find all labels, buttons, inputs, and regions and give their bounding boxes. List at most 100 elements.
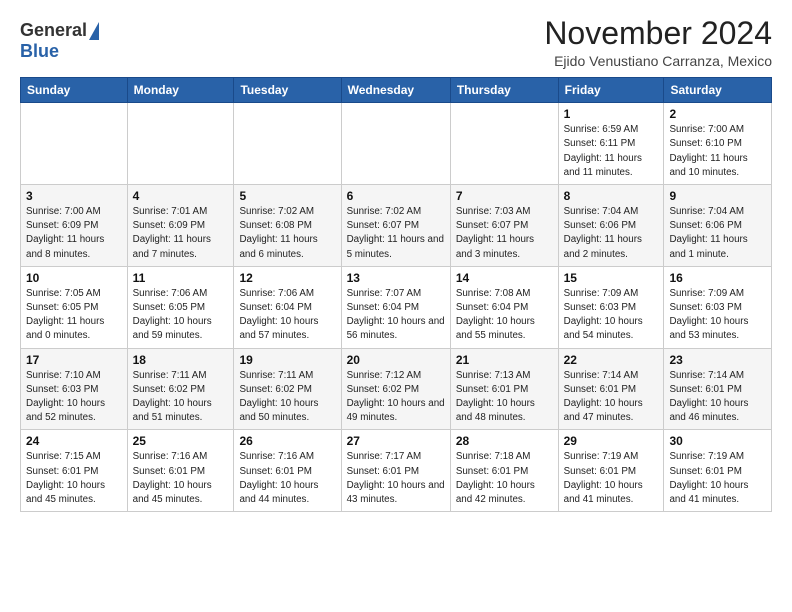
day-info-7: Sunrise: 7:03 AMSunset: 6:07 PMDaylight:…: [456, 205, 553, 262]
calendar-cell-4-5: 29 Sunrise: 7:19 AMSunset: 6:01 PMDayligh…: [558, 430, 664, 512]
day-info-25: Sunrise: 7:16 AMSunset: 6:01 PMDaylight:…: [133, 450, 229, 507]
day-info-19: Sunrise: 7:11 AMSunset: 6:02 PMDaylight:…: [239, 369, 335, 426]
day-number-18: 18: [133, 353, 229, 367]
calendar-cell-0-5: 1 Sunrise: 6:59 AMSunset: 6:11 PMDaylight…: [558, 103, 664, 185]
calendar-cell-4-0: 24Sunrise: 7:15 AMSunset: 6:01 PMDayligh…: [21, 430, 128, 512]
calendar-cell-2-4: 14 Sunrise: 7:08 AMSunset: 6:04 PMDayligh…: [450, 266, 558, 348]
day-number-21: 21: [456, 353, 553, 367]
day-number-17: 17: [26, 353, 122, 367]
calendar-cell-3-3: 20 Sunrise: 7:12 AMSunset: 6:02 PMDayligh…: [341, 348, 450, 430]
calendar-cell-0-3: [341, 103, 450, 185]
week-row-2: 10 Sunrise: 7:05 AMSunset: 6:05 PMDayligh…: [21, 266, 772, 348]
day-number-2: 2: [669, 107, 766, 121]
day-number-27: 27: [347, 434, 445, 448]
calendar-cell-4-1: 25Sunrise: 7:16 AMSunset: 6:01 PMDayligh…: [127, 430, 234, 512]
day-number-12: 12: [239, 271, 335, 285]
day-info-26: Sunrise: 7:16 AMSunset: 6:01 PMDaylight:…: [239, 450, 335, 507]
day-info-5: Sunrise: 7:02 AMSunset: 6:08 PMDaylight:…: [239, 205, 335, 262]
week-row-0: 1 Sunrise: 6:59 AMSunset: 6:11 PMDaylight…: [21, 103, 772, 185]
month-title: November 2024: [544, 16, 772, 51]
calendar-cell-1-2: 5 Sunrise: 7:02 AMSunset: 6:08 PMDaylight…: [234, 185, 341, 267]
calendar-table: Sunday Monday Tuesday Wednesday Thursday…: [20, 77, 772, 512]
day-info-1: Sunrise: 6:59 AMSunset: 6:11 PMDaylight:…: [564, 123, 659, 180]
day-number-20: 20: [347, 353, 445, 367]
logo: General Blue: [20, 20, 99, 62]
day-number-15: 15: [564, 271, 659, 285]
day-number-28: 28: [456, 434, 553, 448]
day-number-6: 6: [347, 189, 445, 203]
calendar-cell-2-1: 11 Sunrise: 7:06 AMSunset: 6:05 PMDayligh…: [127, 266, 234, 348]
calendar-cell-1-0: 3Sunrise: 7:00 AMSunset: 6:09 PMDaylight…: [21, 185, 128, 267]
day-info-21: Sunrise: 7:13 AMSunset: 6:01 PMDaylight:…: [456, 369, 553, 426]
logo-blue-text: Blue: [20, 41, 59, 62]
day-info-29: Sunrise: 7:19 AMSunset: 6:01 PMDaylight:…: [564, 450, 659, 507]
day-info-17: Sunrise: 7:10 AMSunset: 6:03 PMDaylight:…: [26, 369, 122, 426]
day-number-5: 5: [239, 189, 335, 203]
calendar-cell-1-5: 8Sunrise: 7:04 AMSunset: 6:06 PMDaylight…: [558, 185, 664, 267]
day-info-22: Sunrise: 7:14 AMSunset: 6:01 PMDaylight:…: [564, 369, 659, 426]
day-info-9: Sunrise: 7:04 AMSunset: 6:06 PMDaylight:…: [669, 205, 766, 262]
calendar-cell-1-4: 7Sunrise: 7:03 AMSunset: 6:07 PMDaylight…: [450, 185, 558, 267]
logo-general-text: General: [20, 20, 87, 41]
day-info-13: Sunrise: 7:07 AMSunset: 6:04 PMDaylight:…: [347, 287, 445, 344]
calendar-cell-1-3: 6 Sunrise: 7:02 AMSunset: 6:07 PMDaylight…: [341, 185, 450, 267]
day-info-16: Sunrise: 7:09 AMSunset: 6:03 PMDaylight:…: [669, 287, 766, 344]
calendar-cell-0-2: [234, 103, 341, 185]
day-info-23: Sunrise: 7:14 AMSunset: 6:01 PMDaylight:…: [669, 369, 766, 426]
day-info-11: Sunrise: 7:06 AMSunset: 6:05 PMDaylight:…: [133, 287, 229, 344]
day-number-22: 22: [564, 353, 659, 367]
day-number-1: 1: [564, 107, 659, 121]
header-sunday: Sunday: [21, 78, 128, 103]
header-monday: Monday: [127, 78, 234, 103]
calendar-cell-2-3: 13 Sunrise: 7:07 AMSunset: 6:04 PMDayligh…: [341, 266, 450, 348]
calendar-cell-0-4: [450, 103, 558, 185]
calendar-cell-3-2: 19 Sunrise: 7:11 AMSunset: 6:02 PMDayligh…: [234, 348, 341, 430]
header-tuesday: Tuesday: [234, 78, 341, 103]
day-number-8: 8: [564, 189, 659, 203]
day-info-28: Sunrise: 7:18 AMSunset: 6:01 PMDaylight:…: [456, 450, 553, 507]
header-saturday: Saturday: [664, 78, 772, 103]
day-number-10: 10: [26, 271, 122, 285]
day-info-4: Sunrise: 7:01 AMSunset: 6:09 PMDaylight:…: [133, 205, 229, 262]
day-info-15: Sunrise: 7:09 AMSunset: 6:03 PMDaylight:…: [564, 287, 659, 344]
day-number-13: 13: [347, 271, 445, 285]
calendar-cell-0-0: [21, 103, 128, 185]
day-info-20: Sunrise: 7:12 AMSunset: 6:02 PMDaylight:…: [347, 369, 445, 426]
day-number-11: 11: [133, 271, 229, 285]
day-number-16: 16: [669, 271, 766, 285]
day-info-10: Sunrise: 7:05 AMSunset: 6:05 PMDaylight:…: [26, 287, 122, 344]
week-row-1: 3Sunrise: 7:00 AMSunset: 6:09 PMDaylight…: [21, 185, 772, 267]
day-info-27: Sunrise: 7:17 AMSunset: 6:01 PMDaylight:…: [347, 450, 445, 507]
week-row-4: 24Sunrise: 7:15 AMSunset: 6:01 PMDayligh…: [21, 430, 772, 512]
calendar-cell-1-6: 9 Sunrise: 7:04 AMSunset: 6:06 PMDaylight…: [664, 185, 772, 267]
header-wednesday: Wednesday: [341, 78, 450, 103]
day-number-29: 29: [564, 434, 659, 448]
day-number-9: 9: [669, 189, 766, 203]
calendar-cell-3-4: 21 Sunrise: 7:13 AMSunset: 6:01 PMDayligh…: [450, 348, 558, 430]
day-number-19: 19: [239, 353, 335, 367]
calendar-cell-4-2: 26 Sunrise: 7:16 AMSunset: 6:01 PMDayligh…: [234, 430, 341, 512]
day-info-2: Sunrise: 7:00 AMSunset: 6:10 PMDaylight:…: [669, 123, 766, 180]
calendar-cell-3-5: 22 Sunrise: 7:14 AMSunset: 6:01 PMDayligh…: [558, 348, 664, 430]
calendar-cell-2-2: 12Sunrise: 7:06 AMSunset: 6:04 PMDayligh…: [234, 266, 341, 348]
header-friday: Friday: [558, 78, 664, 103]
calendar-cell-0-6: 2 Sunrise: 7:00 AMSunset: 6:10 PMDaylight…: [664, 103, 772, 185]
calendar-cell-2-6: 16 Sunrise: 7:09 AMSunset: 6:03 PMDayligh…: [664, 266, 772, 348]
calendar-cell-0-1: [127, 103, 234, 185]
logo-triangle-icon: [89, 22, 99, 40]
calendar-cell-2-5: 15 Sunrise: 7:09 AMSunset: 6:03 PMDayligh…: [558, 266, 664, 348]
logo-text: General: [20, 20, 99, 41]
week-row-3: 17 Sunrise: 7:10 AMSunset: 6:03 PMDayligh…: [21, 348, 772, 430]
day-info-6: Sunrise: 7:02 AMSunset: 6:07 PMDaylight:…: [347, 205, 445, 262]
calendar-cell-4-6: 30Sunrise: 7:19 AMSunset: 6:01 PMDayligh…: [664, 430, 772, 512]
header: General Blue November 2024 Ejido Venusti…: [20, 16, 772, 69]
day-info-30: Sunrise: 7:19 AMSunset: 6:01 PMDaylight:…: [669, 450, 766, 507]
page: General Blue November 2024 Ejido Venusti…: [0, 0, 792, 528]
calendar-cell-3-6: 23Sunrise: 7:14 AMSunset: 6:01 PMDayligh…: [664, 348, 772, 430]
day-info-14: Sunrise: 7:08 AMSunset: 6:04 PMDaylight:…: [456, 287, 553, 344]
day-info-18: Sunrise: 7:11 AMSunset: 6:02 PMDaylight:…: [133, 369, 229, 426]
day-number-26: 26: [239, 434, 335, 448]
location-title: Ejido Venustiano Carranza, Mexico: [544, 53, 772, 69]
calendar-cell-2-0: 10 Sunrise: 7:05 AMSunset: 6:05 PMDayligh…: [21, 266, 128, 348]
day-number-14: 14: [456, 271, 553, 285]
